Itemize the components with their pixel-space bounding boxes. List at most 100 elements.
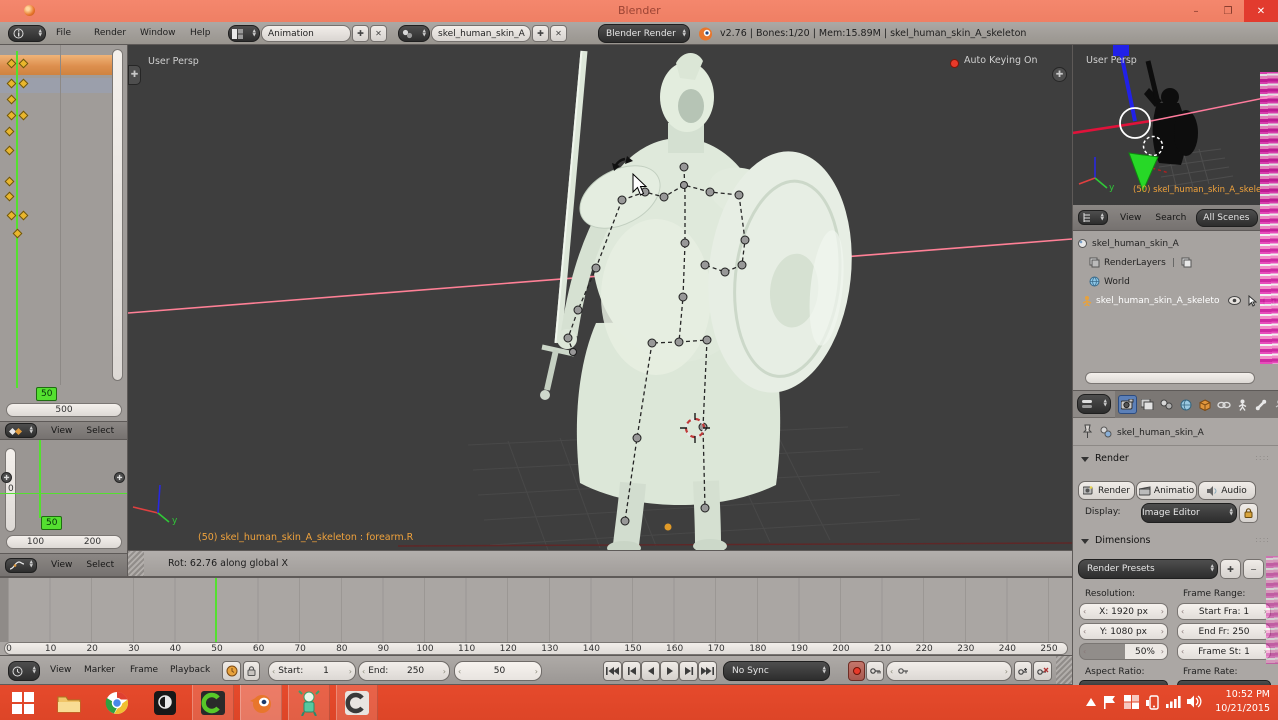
pin-icon[interactable] [1081, 424, 1093, 439]
jump-start-button[interactable] [603, 661, 622, 681]
render-section-title[interactable]: Render [1095, 453, 1129, 464]
frame-step-field[interactable]: Frame St: 1 [1177, 643, 1271, 660]
tab-data[interactable] [1271, 395, 1278, 414]
timeline-menu-frame[interactable]: Frame [130, 665, 158, 675]
tab-constraints[interactable] [1214, 395, 1233, 414]
play-reverse-button[interactable] [641, 661, 660, 681]
dopesheet-mode-dropdown[interactable]: ▲ ▼ [5, 423, 37, 438]
graph-menu-select[interactable]: Select [86, 560, 114, 570]
tray-show-hidden-icon[interactable] [1086, 698, 1096, 709]
maximize-button[interactable]: ❐ [1212, 0, 1244, 22]
frame-end-field[interactable]: End Fr: 250 [1177, 623, 1271, 640]
tab-object[interactable] [1195, 395, 1214, 414]
menu-help[interactable]: Help [190, 28, 211, 38]
graph-right-panel-arrow[interactable]: ✚ [114, 472, 125, 483]
outliner-editor-dropdown[interactable]: ▲ ▼ [1078, 210, 1108, 225]
timeline-ruler[interactable]: 0 10 20 30 40 50 60 70 80 90 100 110 120 130 140 150 160… [4, 642, 1068, 655]
secondary-3d-view[interactable]: y User Persp (50) skel_human_skin_A_skel… [1072, 45, 1278, 205]
dopesheet-hscrollbar[interactable]: 500 [6, 403, 122, 417]
dope-sheet-panel[interactable]: 50 500 [0, 45, 128, 421]
tab-world[interactable] [1176, 395, 1195, 414]
prev-keyframe-button[interactable] [622, 661, 641, 681]
outliner-hscrollbar[interactable] [1085, 372, 1255, 384]
render-animation-button[interactable]: Animatio [1136, 481, 1197, 500]
taskbar-camtasia[interactable] [192, 685, 234, 720]
outliner-menu-search[interactable]: Search [1155, 213, 1186, 223]
keyframe-diamond[interactable] [18, 210, 29, 221]
taskbar-recorder[interactable] [336, 685, 378, 720]
preset-add-button[interactable]: ✚ [1220, 559, 1241, 579]
viewport-left-region-tab[interactable]: ✚ [128, 65, 141, 85]
outliner-panel[interactable]: ▲ ▼ View Search All Scenes skel_human_ski… [1072, 205, 1278, 390]
outliner-row-armature[interactable]: skel_human_skin_A_skeleto [1073, 292, 1278, 309]
delete-keyframe-button[interactable] [1033, 661, 1052, 681]
timeline-panel[interactable]: 0 10 20 30 40 50 60 70 80 90 100 110 120 130 140 150 160… [0, 577, 1072, 655]
timeline-editor-dropdown[interactable]: ▲ ▼ [8, 661, 40, 681]
menu-file[interactable]: File [56, 28, 71, 38]
outliner-row-scene[interactable]: skel_human_skin_A [1073, 235, 1278, 252]
render-section-grip[interactable]: :::: [1255, 453, 1270, 462]
play-button[interactable] [660, 661, 679, 681]
taskbar-mmd-app[interactable] [288, 685, 330, 720]
keying-mode-button[interactable] [866, 661, 884, 681]
viewport-3d[interactable]: y User Persp Auto Keying On (50) skel_hu… [128, 45, 1072, 550]
render-engine-dropdown[interactable]: Blender Render ▲ ▼ [598, 24, 690, 43]
start-frame-field[interactable]: Start:1 [268, 661, 356, 681]
dopesheet-menu-view[interactable]: View [51, 426, 72, 436]
delete-layout-button[interactable]: ✕ [370, 25, 387, 42]
render-audio-button[interactable]: Audio [1198, 481, 1256, 500]
tab-bone[interactable] [1252, 395, 1271, 414]
keying-set-combo[interactable] [886, 661, 1012, 681]
timeline-menu-playback[interactable]: Playback [170, 665, 210, 675]
renderlayer-data-icon[interactable] [1181, 257, 1192, 268]
current-frame-field[interactable]: 50 [454, 661, 542, 681]
viewport-header-corner[interactable] [128, 551, 144, 576]
minimize-button[interactable]: – [1180, 0, 1212, 22]
timeline-menu-view[interactable]: View [50, 665, 71, 675]
insert-keyframe-button[interactable] [1014, 661, 1032, 681]
preset-remove-button[interactable]: − [1243, 559, 1264, 579]
autokey-record-button[interactable] [848, 661, 865, 681]
keyframe-diamond[interactable] [18, 110, 29, 121]
taskbar-chrome[interactable] [96, 685, 138, 720]
editor-type-dropdown[interactable]: ▲ ▼ [8, 25, 46, 42]
outliner-row-renderlayers[interactable]: RenderLayers | [1073, 254, 1278, 271]
outliner-row-world[interactable]: World [1073, 273, 1278, 290]
outliner-filter-dropdown[interactable]: All Scenes [1196, 208, 1259, 227]
display-lock-button[interactable] [1239, 503, 1258, 523]
time-display-toggle-button[interactable] [222, 661, 241, 681]
dimensions-section-arrow[interactable] [1081, 539, 1089, 544]
keyframe-diamond[interactable] [6, 94, 17, 105]
screen-layout-field[interactable]: Animation [261, 25, 351, 42]
delete-scene-button[interactable]: ✕ [550, 25, 567, 42]
tab-armature[interactable] [1233, 395, 1252, 414]
keyframe-diamond[interactable] [6, 110, 17, 121]
dimensions-section-title[interactable]: Dimensions [1095, 535, 1150, 546]
tray-app-icon[interactable] [1124, 695, 1139, 712]
jump-end-button[interactable] [698, 661, 717, 681]
knight-model[interactable] [540, 50, 863, 550]
scene-icon-dropdown[interactable]: ▲ ▼ [398, 25, 430, 42]
visibility-eye-icon[interactable] [1228, 296, 1241, 305]
keyframe-diamond[interactable] [12, 228, 23, 239]
close-button[interactable]: ✕ [1244, 0, 1278, 22]
next-keyframe-button[interactable] [679, 661, 698, 681]
taskbar-file-explorer[interactable] [48, 685, 90, 720]
taskbar-dark-app[interactable] [144, 685, 186, 720]
graph-mode-dropdown[interactable]: ▲ ▼ [5, 557, 37, 573]
graph-hscrollbar[interactable]: 100 200 [6, 535, 122, 549]
tray-volume-icon[interactable] [1187, 695, 1202, 711]
end-frame-field[interactable]: End:250 [358, 661, 450, 681]
taskbar-blender[interactable] [240, 685, 282, 720]
graph-left-panel-arrow[interactable]: ✚ [1, 472, 12, 483]
frame-start-field[interactable]: Start Fra: 1 [1177, 603, 1271, 620]
properties-panel[interactable]: ▲▼ skel_human_skin_A Render :::: Render [1072, 390, 1278, 685]
keyframe-diamond[interactable] [6, 210, 17, 221]
timeline-corner-grip[interactable] [1056, 656, 1072, 684]
sync-dropdown[interactable]: No Sync ▲ ▼ [723, 661, 830, 681]
render-button[interactable]: Render [1078, 481, 1135, 500]
menu-window[interactable]: Window [140, 28, 176, 38]
dopesheet-menu-select[interactable]: Select [86, 426, 114, 436]
lock-frame-button[interactable] [243, 661, 260, 681]
graph-menu-view[interactable]: View [51, 560, 72, 570]
